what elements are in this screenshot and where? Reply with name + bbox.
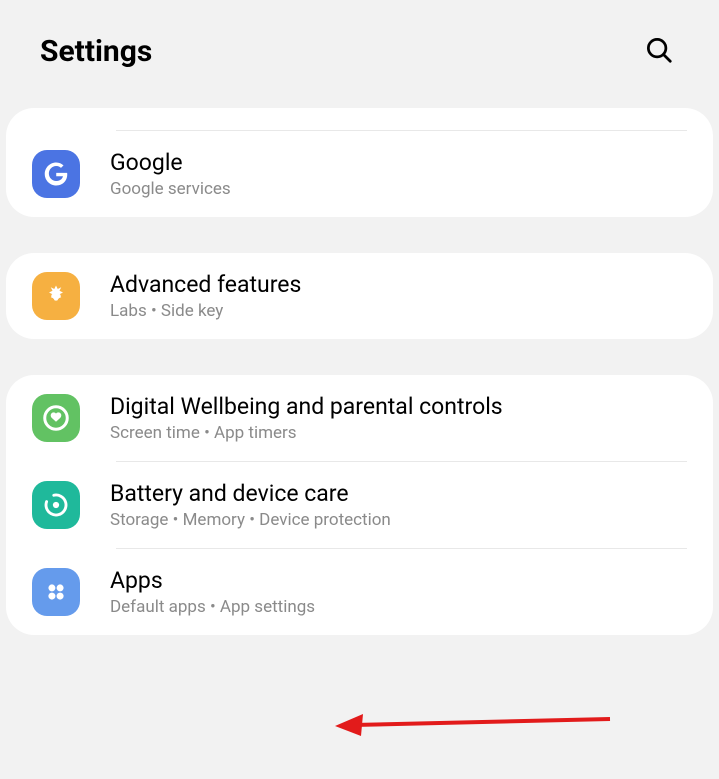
- settings-item-advanced-features[interactable]: Advanced features Labs • Side key: [6, 253, 713, 339]
- item-title: Google: [110, 149, 231, 176]
- search-button[interactable]: [639, 30, 679, 73]
- item-subtitle: Storage • Memory • Device protection: [110, 510, 391, 530]
- item-title: Apps: [110, 567, 315, 594]
- settings-header: Settings: [0, 0, 719, 108]
- item-subtitle: Labs • Side key: [110, 301, 301, 321]
- google-icon: [32, 150, 80, 198]
- item-title: Advanced features: [110, 271, 301, 298]
- settings-item-battery-device-care[interactable]: Battery and device care Storage • Memory…: [6, 462, 713, 548]
- search-icon: [644, 35, 674, 65]
- item-title: Digital Wellbeing and parental controls: [110, 393, 503, 420]
- item-title: Battery and device care: [110, 480, 391, 507]
- digital-wellbeing-icon: [32, 394, 80, 442]
- settings-item-apps[interactable]: Apps Default apps • App settings: [6, 549, 713, 635]
- page-title: Settings: [40, 34, 152, 69]
- battery-device-care-icon: [32, 481, 80, 529]
- settings-item-google[interactable]: Google Google services: [6, 131, 713, 217]
- settings-group-advanced: Advanced features Labs • Side key: [6, 253, 713, 339]
- item-subtitle: Google services: [110, 179, 231, 199]
- item-subtitle: Default apps • App settings: [110, 597, 315, 617]
- settings-item-digital-wellbeing[interactable]: Digital Wellbeing and parental controls …: [6, 375, 713, 461]
- settings-group-google: Google Google services: [6, 108, 713, 217]
- item-subtitle: Screen time • App timers: [110, 423, 503, 443]
- annotation-arrow: [335, 708, 615, 738]
- advanced-features-icon: [32, 272, 80, 320]
- settings-group-device: Digital Wellbeing and parental controls …: [6, 375, 713, 635]
- apps-icon: [32, 568, 80, 616]
